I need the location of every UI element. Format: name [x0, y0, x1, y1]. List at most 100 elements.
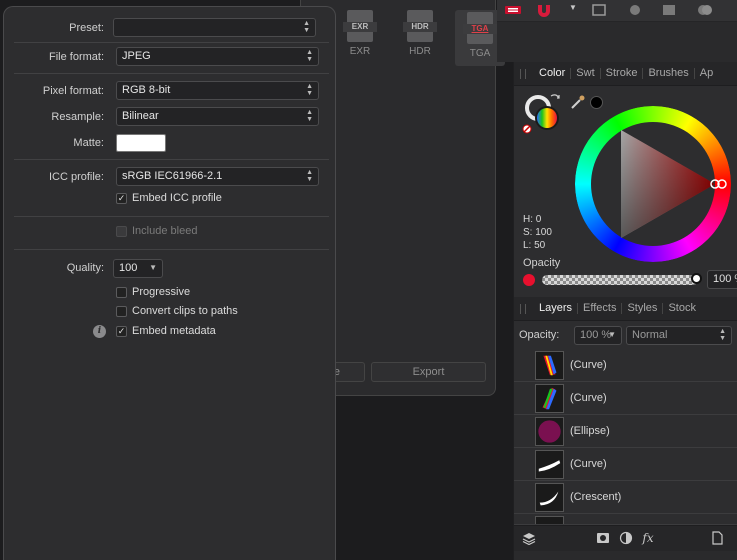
- pixel-format-label: Pixel format:: [42, 85, 104, 97]
- tab-brushes[interactable]: Brushes: [643, 68, 695, 79]
- export-button[interactable]: Export: [371, 362, 486, 382]
- divider: [14, 73, 329, 74]
- exr-label: EXR: [349, 46, 371, 57]
- add-layer-icon[interactable]: [589, 2, 611, 18]
- tab-appearance[interactable]: Ap: [695, 68, 718, 79]
- preset-label: Preset:: [69, 22, 104, 34]
- layers-stack-icon[interactable]: [522, 531, 536, 545]
- bg-secondary-button[interactable]: e: [331, 362, 365, 382]
- toolbar-gap: [497, 22, 737, 62]
- color-opacity-slider[interactable]: [542, 275, 698, 285]
- blend-mode-select[interactable]: Normal ▲ ▼: [626, 326, 732, 345]
- icc-profile-value: sRGB IEC61966-2.1: [122, 170, 223, 182]
- layer-name: (Curve): [570, 458, 607, 470]
- tab-effects[interactable]: Effects: [578, 303, 623, 314]
- color-opacity-slider-handle[interactable]: [691, 273, 702, 284]
- checkmark-icon: ✓: [116, 325, 127, 337]
- progressive-checkbox[interactable]: Progressive: [116, 286, 190, 298]
- layer-row[interactable]: (Crescent): [514, 481, 737, 514]
- new-layer-icon[interactable]: [710, 531, 724, 545]
- magnet-dropdown-icon[interactable]: ▼: [569, 3, 577, 12]
- hdr-label: HDR: [409, 46, 431, 57]
- layers-opacity-select[interactable]: 100 % ▼: [574, 326, 622, 345]
- tab-styles[interactable]: Styles: [622, 303, 664, 314]
- divider: [14, 159, 329, 160]
- file-format-label: File format:: [48, 51, 104, 63]
- embed-metadata-checkbox[interactable]: ✓ Embed metadata: [116, 325, 216, 337]
- arrange-icon[interactable]: [624, 2, 646, 18]
- adjustment-icon[interactable]: [619, 531, 633, 545]
- fx-icon[interactable]: fx: [641, 531, 655, 545]
- hdr-icon-text: HDR: [403, 22, 437, 32]
- pixel-format-value: RGB 8-bit: [122, 84, 171, 96]
- file-format-value: JPEG: [122, 50, 151, 62]
- pixel-format-select[interactable]: RGB 8-bit ▲ ▼: [116, 81, 319, 100]
- layer-row-partial[interactable]: [514, 514, 737, 525]
- bottom-strip: [514, 551, 737, 560]
- blend-mode-value: Normal: [632, 329, 668, 341]
- right-studio-panel: Color Swt Stroke Brushes Ap H: 0 S: 100 …: [513, 62, 737, 560]
- tab-stock[interactable]: Stock: [663, 303, 701, 314]
- magnet-icon[interactable]: [533, 2, 555, 18]
- icc-profile-select[interactable]: sRGB IEC61966-2.1 ▲ ▼: [116, 167, 319, 186]
- distribute-icon[interactable]: [659, 2, 681, 18]
- embed-icc-label: Embed ICC profile: [132, 192, 222, 204]
- exr-icon-text: EXR: [343, 22, 377, 32]
- matte-label: Matte:: [73, 137, 104, 149]
- preset-select[interactable]: ▲ ▼: [113, 18, 316, 37]
- layer-thumbnail-ellipse: [535, 417, 564, 446]
- matte-color-swatch[interactable]: [116, 134, 166, 152]
- tab-layers[interactable]: Layers: [534, 303, 579, 314]
- hue-readout: H: 0: [523, 214, 542, 225]
- panel-grip-icon[interactable]: [520, 68, 526, 79]
- tab-color[interactable]: Color: [534, 68, 572, 79]
- tga-file-icon: TGA: [463, 12, 497, 44]
- layer-name: (Ellipse): [570, 425, 610, 437]
- layer-row[interactable]: (Curve): [514, 448, 737, 481]
- layer-thumbnail-crescent: [535, 483, 564, 512]
- stepper-icon: ▲ ▼: [719, 328, 726, 342]
- divider: [14, 249, 329, 250]
- current-color-dot[interactable]: [523, 274, 535, 286]
- stepper-icon: ▲ ▼: [306, 83, 313, 97]
- checkmark-icon: ✓: [116, 192, 127, 204]
- format-icon-row: EXR EXR HDR HDR TGA TGA: [335, 10, 505, 66]
- quality-label: Quality:: [66, 262, 104, 274]
- mask-icon[interactable]: [596, 531, 610, 545]
- layer-name: (Curve): [570, 359, 607, 371]
- layer-row[interactable]: (Ellipse): [514, 415, 737, 448]
- swap-colors-icon[interactable]: [548, 92, 562, 106]
- export-settings-dialog: Preset: ▲ ▼ File format: JPEG ▲ ▼ Pixel for…: [3, 6, 336, 560]
- layer-thumbnail-curve: [535, 450, 564, 479]
- chevron-down-icon: ▼: [608, 330, 616, 339]
- color-wheel[interactable]: [575, 106, 731, 262]
- top-toolbar: ▼: [497, 0, 737, 22]
- info-icon[interactable]: i: [93, 325, 106, 338]
- resample-select[interactable]: Bilinear ▲ ▼: [116, 107, 319, 126]
- convert-clips-checkbox[interactable]: Convert clips to paths: [116, 305, 238, 317]
- include-bleed-checkbox[interactable]: Include bleed: [116, 225, 197, 237]
- layer-row[interactable]: (Curve): [514, 349, 737, 382]
- boolean-icon[interactable]: [694, 2, 716, 18]
- stepper-icon: ▲ ▼: [303, 20, 310, 34]
- layers-opacity-value: 100 %: [580, 329, 612, 341]
- exr-file-icon: EXR: [343, 10, 377, 42]
- quality-select[interactable]: 100 ▼: [113, 259, 163, 278]
- progressive-label: Progressive: [132, 286, 191, 298]
- format-exr[interactable]: EXR EXR: [335, 10, 385, 66]
- snapping-flag-icon[interactable]: [503, 2, 525, 18]
- resample-value: Bilinear: [122, 110, 159, 122]
- file-format-select[interactable]: JPEG ▲ ▼: [116, 47, 319, 66]
- format-hdr[interactable]: HDR HDR: [395, 10, 445, 66]
- layer-name: (Curve): [570, 392, 607, 404]
- tab-swatches[interactable]: Swt: [571, 68, 601, 79]
- convert-clips-label: Convert clips to paths: [132, 305, 238, 317]
- embed-icc-checkbox[interactable]: ✓ Embed ICC profile: [116, 192, 222, 204]
- layer-name: (Crescent): [570, 491, 622, 503]
- lightness-readout: L: 50: [523, 240, 546, 251]
- layer-row[interactable]: (Curve): [514, 382, 737, 415]
- layers-panel-grip-icon[interactable]: [520, 303, 526, 314]
- tab-stroke[interactable]: Stroke: [601, 68, 644, 79]
- layers-panel-tabs: Layers Effects Styles Stock: [514, 297, 737, 321]
- color-opacity-value[interactable]: 100 %: [707, 270, 737, 289]
